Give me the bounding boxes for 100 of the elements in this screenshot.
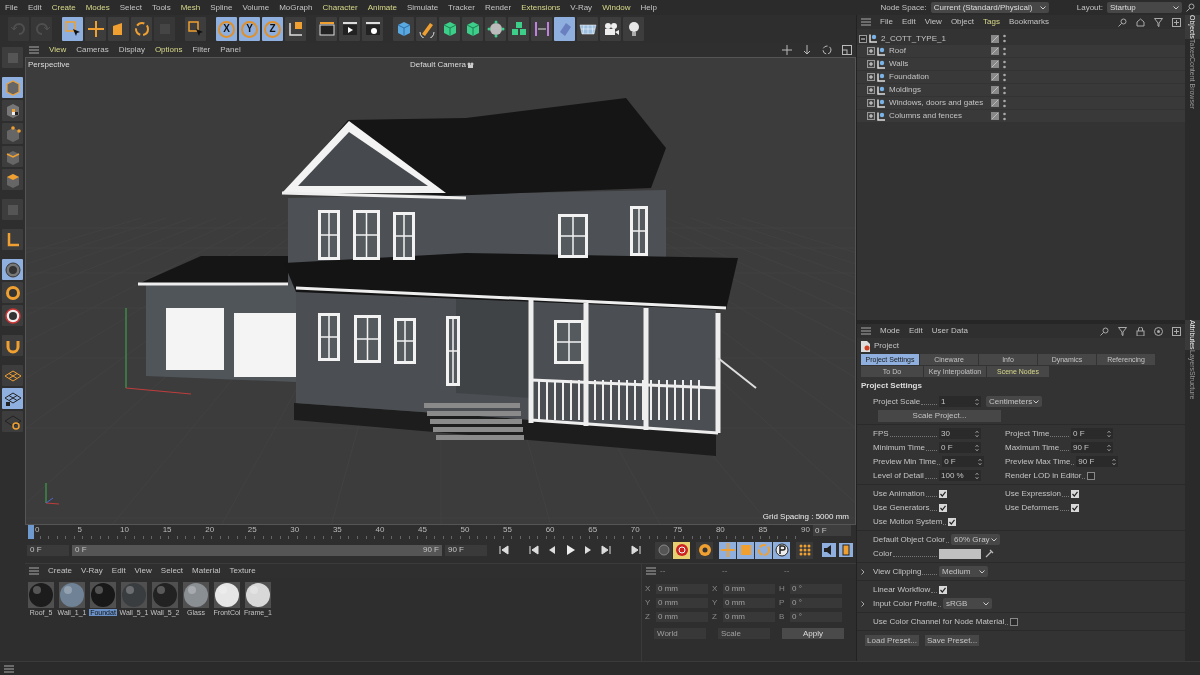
lock-icon[interactable] — [1136, 326, 1145, 336]
menu-item[interactable]: Extensions — [521, 3, 561, 12]
menu-item[interactable]: Create — [51, 3, 76, 12]
range-slider[interactable]: 0 F 90 F — [72, 544, 442, 556]
menu-item[interactable]: Spline — [210, 3, 233, 12]
object-name[interactable]: 2_COTT_TYPE_1 — [881, 34, 946, 43]
tool-button[interactable] — [2, 388, 23, 409]
key-button[interactable] — [773, 541, 790, 559]
menu-item[interactable]: View — [49, 46, 67, 54]
dropdown[interactable]: Scale — [718, 628, 770, 639]
dropdown[interactable]: Centimeters — [986, 396, 1042, 407]
new-window-icon[interactable] — [1172, 326, 1181, 336]
visibility-dots-icon[interactable] — [1003, 85, 1006, 95]
timeline-icon[interactable] — [838, 542, 854, 558]
menu-item[interactable]: V-Ray — [570, 3, 593, 12]
go-start-icon[interactable] — [498, 544, 510, 556]
object-name[interactable]: Moldings — [889, 86, 921, 94]
menu-item[interactable]: Edit — [27, 3, 42, 12]
checkbox[interactable] — [1087, 471, 1096, 480]
menu-item[interactable]: Mode — [880, 327, 900, 335]
home-icon[interactable] — [1136, 17, 1145, 27]
coordinate-field[interactable]: 0 mm — [656, 584, 708, 594]
number-field[interactable]: 0 F — [942, 456, 985, 467]
frame-field[interactable]: 0 F — [813, 525, 851, 536]
tool-button[interactable]: Y — [239, 17, 260, 41]
expand-icon[interactable] — [867, 112, 875, 120]
menu-item[interactable]: Object — [950, 18, 974, 26]
menu-item[interactable]: Tools — [151, 3, 171, 12]
visibility-dots-icon[interactable] — [1003, 98, 1006, 108]
tool-button[interactable] — [2, 305, 23, 326]
menu-icon[interactable] — [646, 567, 656, 575]
object-name[interactable]: Windows, doors and gates — [889, 99, 984, 107]
menu-item[interactable]: File — [5, 3, 18, 12]
frame-field[interactable]: 90 F — [444, 544, 487, 556]
menu-item[interactable]: Render — [484, 3, 512, 12]
frame-field[interactable]: 0 F — [27, 544, 70, 556]
checkbox[interactable] — [948, 517, 957, 526]
menu-item[interactable]: Panel — [220, 46, 241, 54]
tool-button[interactable] — [62, 17, 83, 41]
dropdown[interactable]: World — [654, 628, 706, 639]
visibility-dots-icon[interactable] — [1003, 111, 1006, 121]
menu-item[interactable]: Window — [602, 3, 631, 12]
dropdown[interactable]: Startup — [1107, 2, 1182, 13]
expand-icon[interactable] — [867, 47, 875, 55]
checkbox[interactable] — [939, 585, 947, 594]
next-key-icon[interactable] — [600, 544, 612, 556]
dropdown[interactable]: Medium — [939, 566, 988, 577]
coordinate-field[interactable]: 0 ° — [790, 598, 842, 608]
object-name[interactable]: Foundation — [889, 73, 930, 81]
checkbox[interactable] — [1010, 617, 1019, 626]
number-field[interactable]: 100 % — [939, 470, 981, 481]
number-field[interactable]: 1 — [939, 396, 981, 407]
menu-item[interactable]: View — [134, 567, 152, 575]
visibility-dots-icon[interactable] — [1003, 72, 1006, 82]
menu-item[interactable]: MoGraph — [279, 3, 313, 12]
key-button[interactable] — [737, 541, 754, 559]
visibility-dots-icon[interactable] — [1003, 59, 1006, 69]
tool-button[interactable] — [316, 17, 337, 41]
menu-item[interactable]: Tags — [983, 18, 1000, 26]
rotate-view-icon[interactable] — [822, 45, 832, 55]
coordinate-field[interactable]: 0 mm — [723, 612, 775, 622]
chevron-right-icon[interactable] — [861, 568, 865, 575]
tool-button[interactable] — [2, 100, 23, 121]
dropdown[interactable]: sRGB — [943, 598, 993, 609]
number-field[interactable]: 90 F — [1076, 456, 1119, 467]
menu-item[interactable]: Texture — [229, 567, 256, 575]
menu-item[interactable]: Cameras — [76, 46, 109, 54]
key-button[interactable] — [673, 541, 690, 559]
checkbox[interactable] — [939, 503, 947, 512]
key-button[interactable] — [719, 541, 736, 559]
tool-button[interactable] — [623, 17, 644, 41]
menu-item[interactable]: User Data — [931, 327, 968, 335]
tool-button[interactable]: X — [216, 17, 237, 41]
menu-item[interactable]: Bookmarks — [1008, 18, 1049, 26]
expand-icon[interactable] — [867, 86, 875, 94]
menu-item[interactable]: Edit — [909, 327, 923, 335]
menu-item[interactable]: Character — [322, 3, 358, 12]
menu-icon[interactable] — [861, 18, 871, 26]
move-view-icon[interactable] — [782, 45, 792, 55]
visibility-dots-icon[interactable] — [1003, 46, 1006, 56]
menu-icon[interactable] — [29, 567, 39, 575]
coordinate-field[interactable]: 0 mm — [656, 598, 708, 608]
key-button[interactable] — [696, 541, 713, 559]
preset-button[interactable]: Save Preset... — [925, 635, 979, 646]
menu-item[interactable]: Edit — [111, 567, 126, 575]
new-window-icon[interactable] — [1172, 17, 1181, 27]
menu-item[interactable]: Material — [192, 567, 221, 575]
menu-icon[interactable] — [861, 327, 871, 335]
tool-button[interactable] — [600, 17, 621, 41]
menu-item[interactable]: Tracker — [448, 3, 475, 12]
search-icon[interactable] — [1100, 326, 1109, 336]
dropdown[interactable]: Current (Standard/Physical) — [930, 2, 1049, 13]
checkbox[interactable] — [939, 489, 947, 498]
preset-button[interactable]: Load Preset... — [865, 635, 919, 646]
target-icon[interactable] — [1154, 326, 1163, 336]
search-icon[interactable] — [1186, 3, 1195, 12]
checkbox[interactable] — [1071, 489, 1079, 498]
tool-button[interactable] — [577, 17, 598, 41]
menu-icon[interactable] — [29, 46, 39, 54]
coordinate-field[interactable]: 0 mm — [656, 612, 708, 622]
